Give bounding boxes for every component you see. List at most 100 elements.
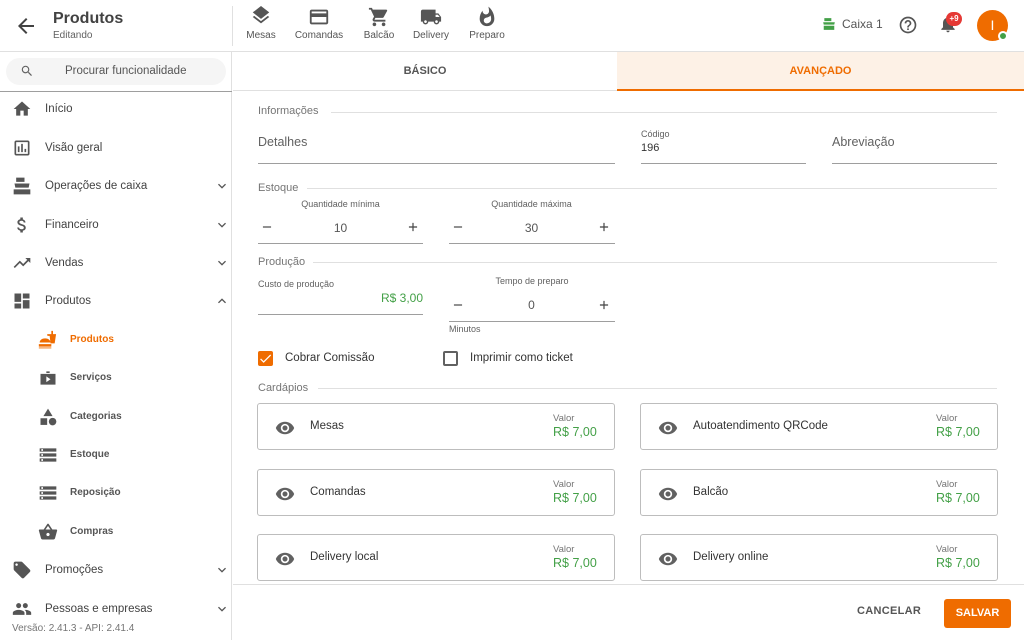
chevron-up-icon (218, 298, 226, 304)
sidebar-item-promocoes[interactable]: Promoções (0, 551, 232, 589)
valor-value[interactable]: R$ 7,00 (553, 491, 597, 505)
quantidade-maxima-label: Quantidade máxima (491, 199, 572, 209)
sidebar-subitem-label: Compras (70, 526, 114, 537)
help-icon[interactable] (898, 15, 918, 35)
sidebar-subitem-label: Categorias (70, 411, 122, 422)
caixa-label: Caixa 1 (842, 17, 883, 31)
sidebar-subitem-estoque[interactable]: Estoque (0, 436, 232, 474)
sidebar-item-operacoes-de-caixa[interactable]: Operações de caixa (0, 167, 232, 205)
cardapio-card-comandas[interactable]: Comandas Valor R$ 7,00 (257, 469, 615, 516)
valor-value[interactable]: R$ 7,00 (936, 556, 980, 570)
valor-label: Valor (936, 479, 958, 490)
cardapio-card-autoatendimento[interactable]: Autoatendimento QRCode Valor R$ 7,00 (640, 403, 998, 450)
sidebar-subitem-label: Produtos (70, 334, 114, 345)
section-divider (331, 112, 997, 113)
nav-preparo-button[interactable]: Preparo (466, 6, 508, 46)
home-icon (13, 101, 31, 116)
cobrar-comissao-checkbox[interactable] (258, 351, 273, 366)
nav-mesas-button[interactable]: Mesas (242, 6, 280, 46)
dollar-icon (17, 217, 26, 233)
custo-producao-underline (258, 314, 423, 315)
cardapio-name: Autoatendimento QRCode (693, 420, 828, 432)
chevron-down-icon (218, 260, 226, 266)
custo-producao-input[interactable]: R$ 3,00 (258, 291, 423, 305)
form-footer: CANCELAR SALVAR (233, 584, 1024, 640)
cardapio-card-delivery-online[interactable]: Delivery online Valor R$ 7,00 (640, 534, 998, 581)
save-button[interactable]: SALVAR (944, 599, 1011, 628)
section-title-informacoes: Informações (258, 105, 319, 117)
cancel-button[interactable]: CANCELAR (857, 605, 921, 617)
tab-basico[interactable]: BÁSICO (233, 52, 617, 91)
sidebar-item-label: Financeiro (45, 219, 99, 231)
plus-icon[interactable] (406, 220, 420, 234)
nav-balcao-button[interactable]: Balcão (360, 6, 398, 46)
minus-icon[interactable] (451, 220, 465, 234)
valor-value[interactable]: R$ 7,00 (553, 556, 597, 570)
search-input[interactable]: Procurar funcionalidade (6, 58, 226, 85)
sidebar-subitem-label: Reposição (70, 487, 121, 498)
cardapio-card-mesas[interactable]: Mesas Valor R$ 7,00 (257, 403, 615, 450)
sidebar-subitem-produtos[interactable]: Produtos (0, 321, 232, 359)
dashboard-icon (14, 293, 30, 309)
eye-icon[interactable] (275, 484, 295, 504)
tempo-preparo-underline (449, 321, 615, 322)
sidebar-subitem-label: Serviços (70, 372, 112, 383)
quantidade-maxima-input[interactable]: 30 (484, 221, 579, 235)
sidebar-item-label: Pessoas e empresas (45, 603, 153, 615)
minus-icon[interactable] (260, 220, 274, 234)
sidebar-item-visao-geral[interactable]: Visão geral (0, 129, 232, 167)
caixa-selector[interactable]: Caixa 1 (822, 17, 883, 31)
custo-producao-label: Custo de produção (258, 279, 335, 289)
sidebar-item-label: Produtos (45, 295, 92, 307)
detalhes-field[interactable]: Detalhes (258, 135, 307, 149)
sidebar-subitem-reposicao[interactable]: Reposição (0, 474, 232, 512)
chevron-down-icon (218, 606, 226, 612)
cardapio-card-delivery-local[interactable]: Delivery local Valor R$ 7,00 (257, 534, 615, 581)
valor-label: Valor (553, 544, 575, 555)
abreviacao-field[interactable]: Abreviação (832, 135, 895, 149)
chevron-down-icon (218, 222, 226, 228)
sidebar-subitem-compras[interactable]: Compras (0, 513, 232, 551)
tab-bar: BÁSICO AVANÇADO (233, 52, 1024, 91)
valor-value[interactable]: R$ 7,00 (936, 425, 980, 439)
layers-icon (252, 6, 270, 24)
nav-delivery-button[interactable]: Delivery (410, 6, 452, 46)
sidebar-item-produtos[interactable]: Produtos (0, 282, 232, 320)
sidebar-subitem-categorias[interactable]: Categorias (0, 398, 232, 436)
eye-icon[interactable] (275, 549, 295, 569)
trending-up-icon (13, 258, 31, 268)
register-icon (823, 18, 835, 30)
back-arrow-icon[interactable] (14, 14, 38, 38)
header-divider (232, 6, 233, 46)
minus-icon[interactable] (451, 298, 465, 312)
chart-icon (14, 140, 30, 156)
sidebar-item-financeiro[interactable]: Financeiro (0, 206, 232, 244)
chevron-down-icon (218, 183, 226, 189)
sidebar-subitem-servicos[interactable]: Serviços (0, 359, 232, 397)
quantidade-minima-input[interactable]: 10 (293, 221, 388, 235)
eye-icon[interactable] (658, 484, 678, 504)
nav-label: Preparo (469, 30, 505, 41)
tab-avancado[interactable]: AVANÇADO (617, 52, 1024, 91)
codigo-field[interactable]: 196 (641, 142, 659, 154)
cardapio-card-balcao[interactable]: Balcão Valor R$ 7,00 (640, 469, 998, 516)
nav-label: Delivery (412, 30, 450, 41)
imprimir-como-ticket-checkbox[interactable] (443, 351, 458, 366)
sidebar-item-inicio[interactable]: Início (0, 90, 232, 128)
sidebar-item-vendas[interactable]: Vendas (0, 244, 232, 282)
eye-icon[interactable] (275, 418, 295, 438)
tempo-preparo-label: Tempo de preparo (495, 276, 569, 286)
eye-icon[interactable] (658, 418, 678, 438)
people-icon (12, 603, 32, 615)
page-subtitle: Editando (53, 30, 93, 41)
nav-comandas-button[interactable]: Comandas (292, 6, 346, 46)
plus-icon[interactable] (597, 220, 611, 234)
cardapio-name: Balcão (693, 486, 729, 498)
eye-icon[interactable] (658, 549, 678, 569)
valor-value[interactable]: R$ 7,00 (936, 491, 980, 505)
form-content: Informações Detalhes Código 196 Abreviaç… (233, 92, 1024, 584)
valor-value[interactable]: R$ 7,00 (553, 425, 597, 439)
tempo-preparo-input[interactable]: 0 (484, 298, 579, 312)
plus-icon[interactable] (597, 298, 611, 312)
sidebar-item-label: Visão geral (45, 142, 103, 154)
